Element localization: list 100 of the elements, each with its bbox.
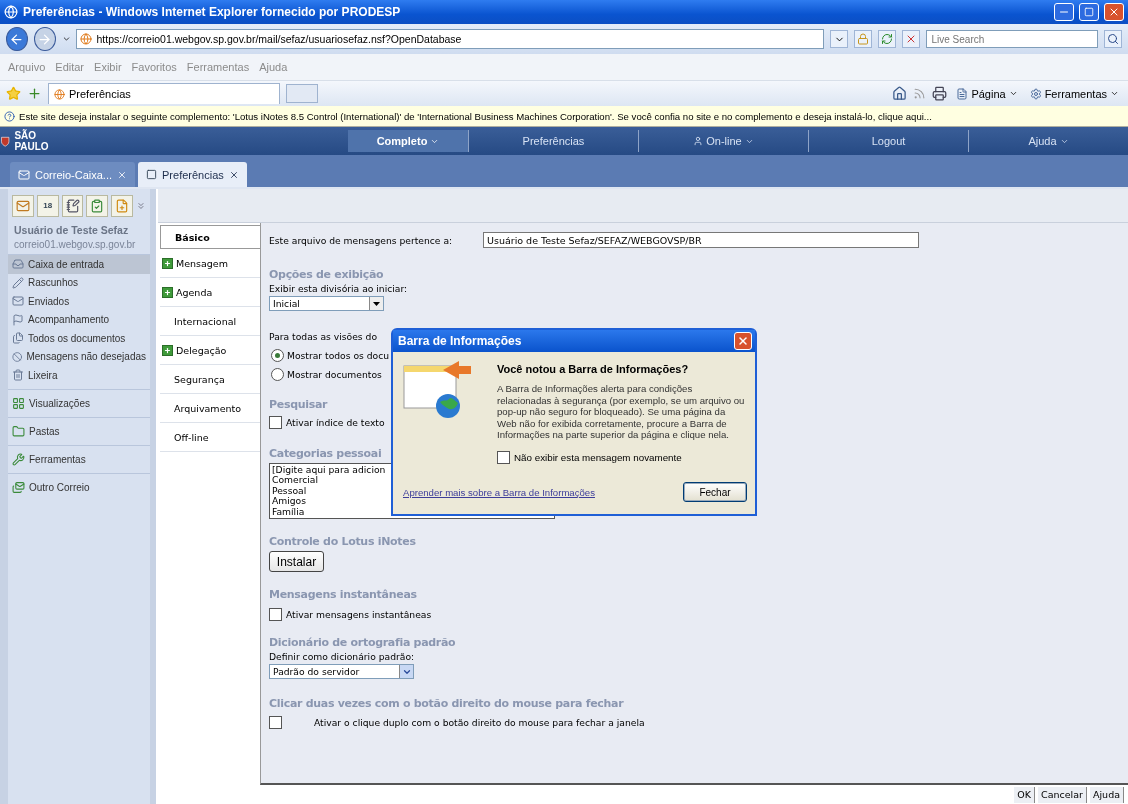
page-menu[interactable]: Página — [953, 87, 1021, 100]
radio-button[interactable] — [271, 348, 284, 362]
coat-of-arms-icon — [0, 134, 11, 148]
browser-logo-icon — [4, 5, 18, 19]
section-heading: Clicar duas vezes com o botão direito do mouse para fechar — [269, 696, 624, 710]
search-button[interactable] — [1104, 30, 1122, 48]
page-icon — [146, 169, 158, 180]
minimize-button[interactable] — [1054, 3, 1074, 21]
checkbox[interactable] — [497, 450, 510, 464]
footer-button[interactable]: OK — [1014, 786, 1036, 803]
browser-tab[interactable]: Preferências — [48, 83, 280, 104]
checkbox[interactable] — [269, 415, 282, 429]
pencil-icon — [12, 276, 24, 289]
blocked-icon — [12, 350, 23, 363]
close-icon — [1108, 6, 1120, 18]
stop-button[interactable] — [902, 30, 921, 48]
trash-icon — [12, 369, 24, 382]
back-button[interactable] — [6, 27, 28, 51]
search-field[interactable]: Live Search — [926, 30, 1098, 48]
sidebar-section[interactable]: Pastas — [8, 416, 150, 445]
envelope-icon — [18, 168, 30, 181]
close-icon — [117, 169, 128, 180]
maximize-icon — [1084, 7, 1094, 17]
preference-tab[interactable]: Básico — [160, 225, 261, 249]
notebook-tool-button[interactable] — [111, 194, 134, 217]
maximize-button[interactable] — [1079, 3, 1099, 21]
window-title: Preferências - Windows Internet Explorer fornecido por PRODESP — [23, 5, 402, 19]
field-label: Para todas as visões do — [269, 330, 378, 342]
clipboard-icon — [90, 198, 105, 213]
print-icon[interactable] — [932, 86, 948, 101]
app-tab[interactable]: Preferências — [138, 162, 247, 187]
header-nav-item[interactable]: Ajuda — [968, 130, 1128, 152]
footer-button[interactable]: Ajuda — [1090, 786, 1124, 803]
folder-item[interactable]: Enviados — [8, 292, 150, 311]
header-nav-item[interactable]: Logout — [808, 130, 968, 152]
information-bar[interactable]: Este site deseja instalar o seguinte complemento: 'Lotus iNotes 8.5 Control (International)' de 'International Business Machines Corporation'. Se você confia no site e no complemento e deseja instalá-lo, clique aqui... — [0, 106, 1128, 127]
sidebar-section[interactable]: Outro Correio — [8, 472, 150, 501]
option-label: Ativar mensagens instantâneas — [286, 608, 432, 620]
contacts-tool-button[interactable] — [61, 194, 84, 217]
forward-button[interactable] — [33, 27, 56, 51]
folder-item[interactable]: Rascunhos — [8, 273, 150, 292]
refresh-icon — [881, 33, 894, 45]
section-heading: Mensagens instantâneas — [269, 587, 417, 601]
dialog-heading: Você notou a Barra de Informações? — [497, 363, 690, 375]
footer-button[interactable]: Cancelar — [1038, 786, 1087, 803]
calendar-tool-button[interactable]: 18 — [36, 194, 59, 217]
forward-arrow-icon — [37, 31, 53, 47]
feeds-icon[interactable] — [913, 87, 927, 100]
section-heading: Dicionário de ortografia padrão — [269, 635, 456, 649]
refresh-button[interactable] — [878, 30, 897, 48]
radio-button[interactable] — [271, 367, 284, 381]
address-dropdown-button[interactable] — [830, 30, 849, 48]
folder-item[interactable]: Acompanhamento — [8, 310, 150, 329]
user-name: Usuário de Teste Sefaz — [14, 224, 130, 236]
history-dropdown-icon[interactable] — [61, 34, 71, 44]
caret-icon — [373, 301, 380, 306]
documents-icon — [12, 332, 24, 345]
lock-icon — [857, 33, 870, 45]
startup-select[interactable]: Inicial — [269, 296, 384, 311]
checkbox-label: Não exibir esta mensagem novamente — [514, 451, 682, 463]
globe-icon — [54, 88, 65, 100]
sidebar-section[interactable]: Visualizações — [8, 388, 150, 417]
checkbox[interactable] — [269, 715, 282, 729]
tasks-tool-button[interactable] — [86, 194, 109, 217]
home-icon[interactable] — [892, 86, 908, 101]
dictionary-select[interactable]: Padrão do servidor — [269, 664, 414, 680]
close-icon — [228, 169, 239, 180]
section-heading: Categorias pessoai — [269, 446, 382, 460]
add-favorite-icon[interactable] — [27, 86, 42, 101]
close-icon — [737, 335, 749, 347]
header-nav-item[interactable]: Completo — [348, 130, 468, 152]
sidebar-section[interactable]: Ferramentas — [8, 444, 150, 473]
folder-item[interactable]: Lixeira — [8, 366, 150, 385]
checkbox[interactable] — [269, 607, 282, 621]
folder-item[interactable]: Caixa de entrada — [8, 255, 150, 274]
field-label: Definir como dicionário padrão: — [269, 650, 415, 662]
option-label: Mostrar todos os docu — [287, 349, 390, 361]
help-icon — [4, 110, 15, 122]
folder-item[interactable]: Todos os documentos — [8, 329, 150, 348]
header-nav-item[interactable]: Preferências — [468, 130, 638, 152]
header-nav-item[interactable]: On-line — [638, 130, 808, 152]
caret-icon — [1008, 89, 1018, 98]
address-field[interactable]: https://correio01.webgov.sp.gov.br/mail/sefaz/usuariosefaz.nsf?OpenDatabase — [76, 29, 825, 49]
close-button[interactable] — [1104, 3, 1124, 21]
section-heading: Controle do Lotus iNotes — [269, 534, 416, 548]
folder-item[interactable]: Mensagens não desejadas — [8, 347, 150, 366]
close-button[interactable] — [734, 332, 752, 350]
close-dialog-button[interactable]: Fechar — [683, 482, 747, 502]
page-icon — [115, 198, 130, 213]
mail-tool-button[interactable] — [12, 194, 34, 217]
globe-icon — [80, 33, 93, 45]
wrench-icon — [12, 452, 25, 466]
option-label: Ativar índice de texto — [286, 416, 385, 428]
owner-field[interactable]: Usuário de Teste Sefaz/SEFAZ/WEBGOVSP/BR — [483, 232, 919, 248]
grid-icon — [12, 396, 25, 410]
search-icon — [1107, 33, 1119, 45]
install-button[interactable]: Instalar — [269, 551, 324, 573]
tools-menu[interactable]: Ferramentas — [1026, 87, 1122, 100]
lock-button[interactable] — [854, 30, 873, 48]
notebook-icon — [65, 198, 80, 213]
